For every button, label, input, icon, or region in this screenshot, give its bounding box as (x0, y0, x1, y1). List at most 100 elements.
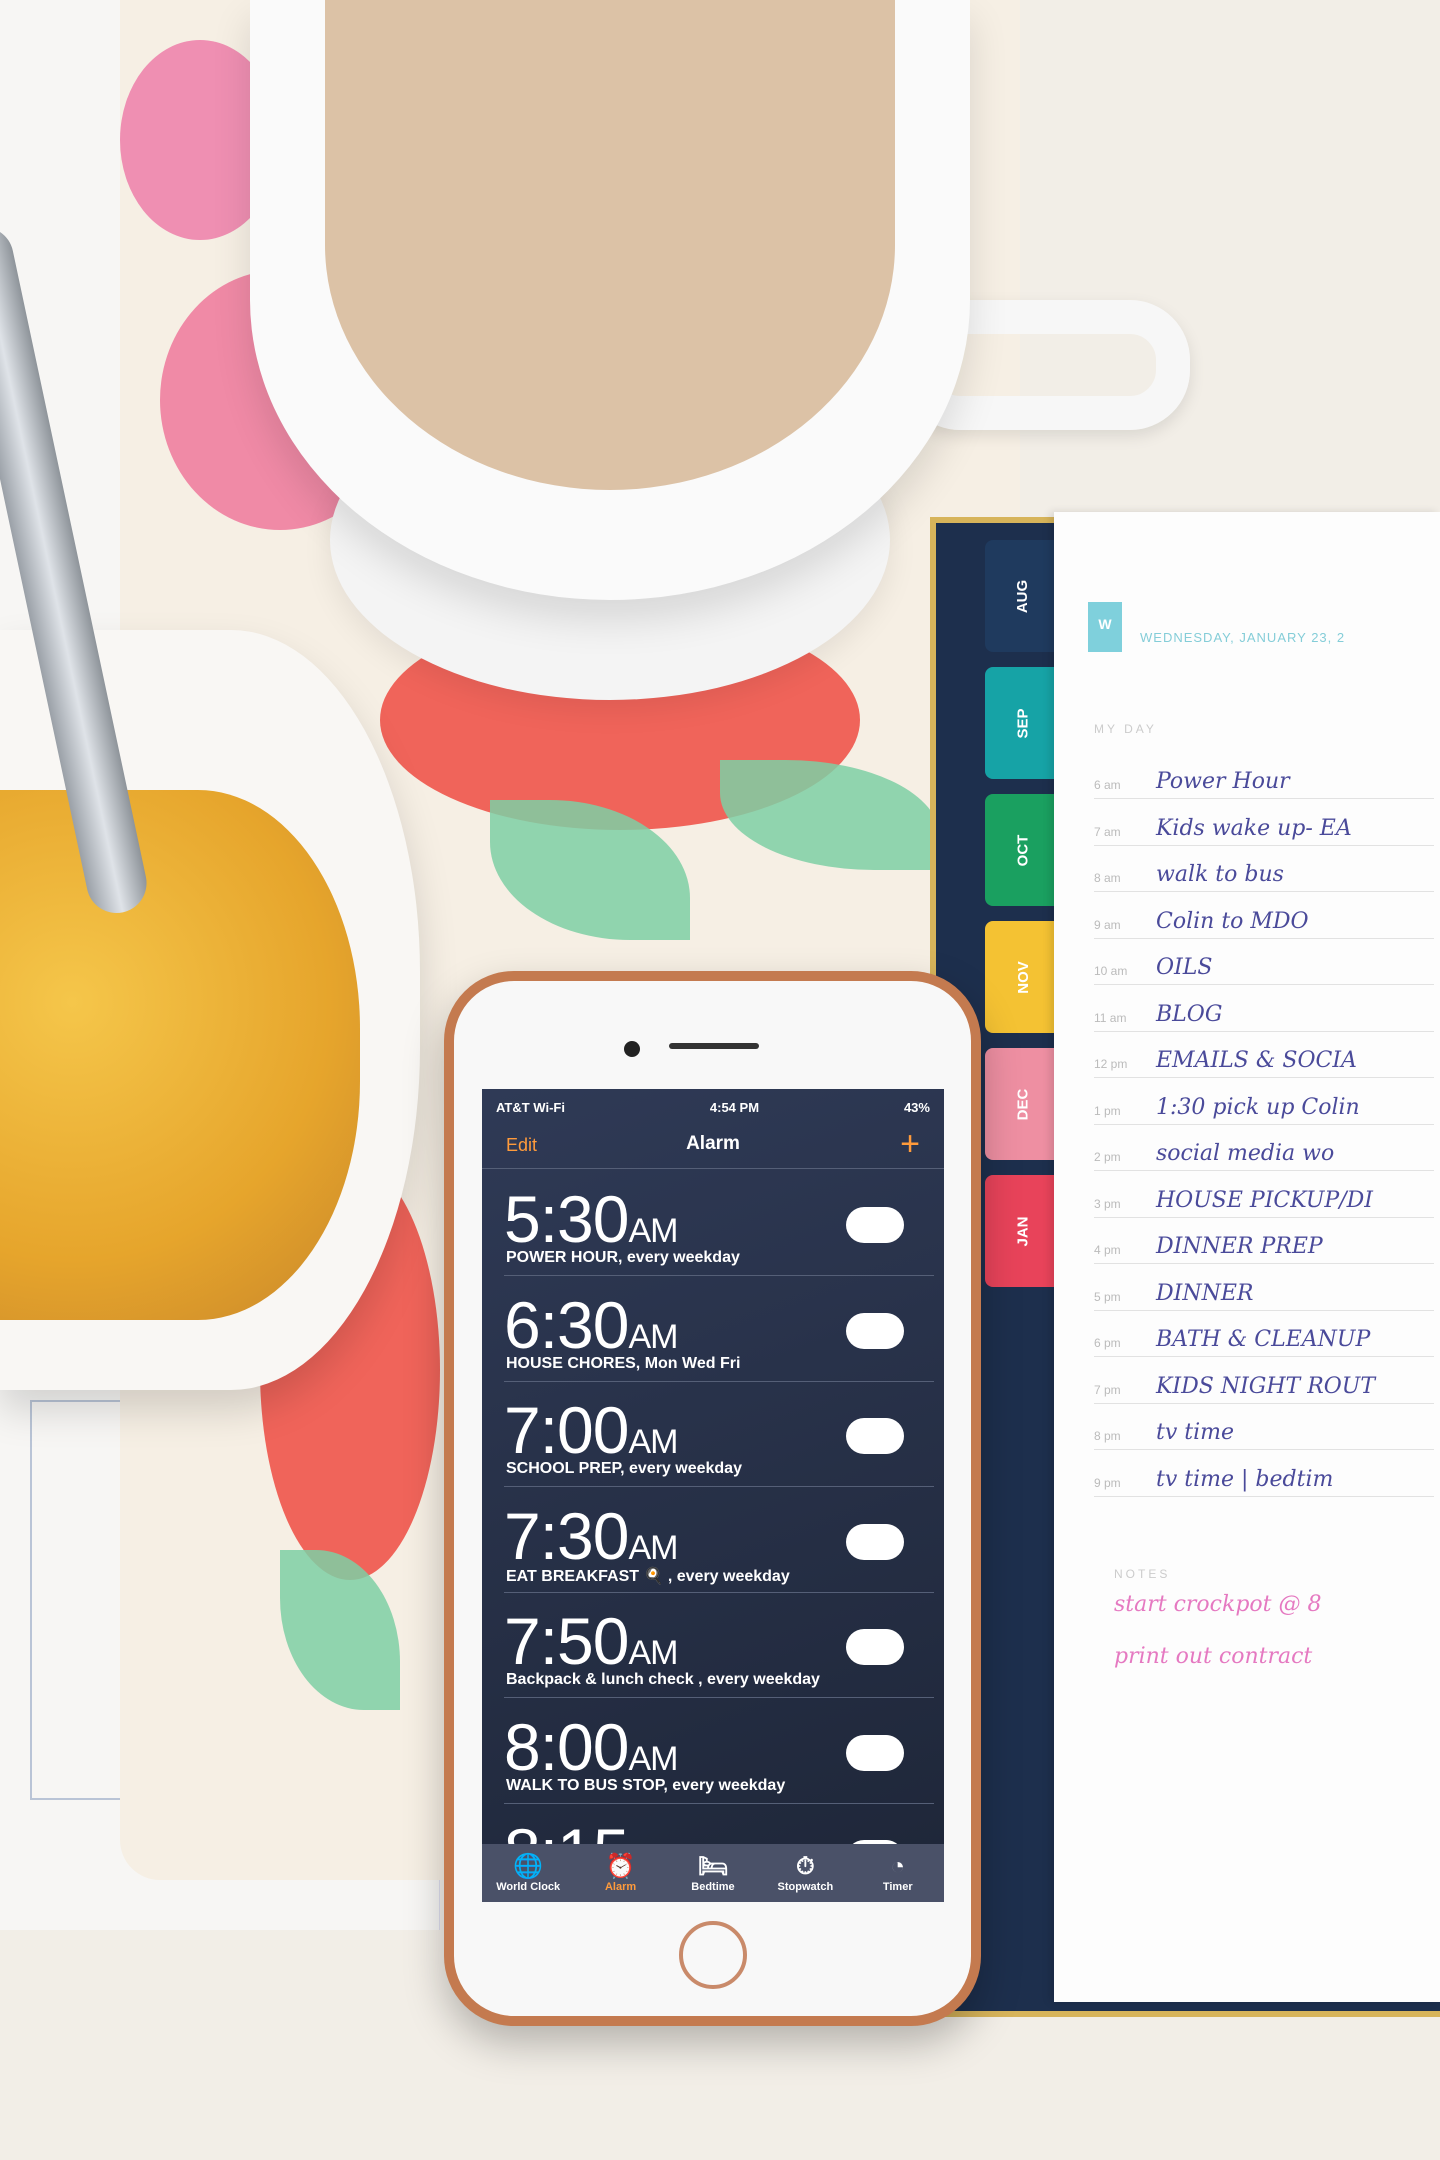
alarm-row[interactable]: 7:30AM EAT BREAKFAST 🍳 , every weekday (504, 1488, 934, 1593)
alarm-toggle[interactable] (846, 1207, 904, 1243)
status-bar: AT&T Wi-Fi 4:54 PM 43% (482, 1089, 944, 1125)
timer-icon: ◔ (890, 1853, 906, 1880)
hour-label: 9 pm (1094, 1475, 1121, 1490)
hour-label: 12 pm (1094, 1057, 1128, 1071)
schedule-row: 3 pm HOUSE PICKUP/DI (1094, 1171, 1434, 1218)
schedule-row: 5 pm DINNER (1094, 1264, 1434, 1311)
battery: 43% (903, 1099, 930, 1115)
schedule-entry: OILS (1156, 955, 1213, 980)
schedule-entry: DINNER PREP (1156, 1234, 1323, 1259)
add-alarm-button[interactable]: + (900, 1125, 920, 1164)
tab-label: JAN (1014, 1215, 1032, 1247)
schedule-entry: BLOG (1156, 1001, 1223, 1027)
coffee (325, 0, 895, 490)
alarm-label: POWER HOUR, every weekday (506, 1249, 740, 1266)
schedule-entry: EMAILS & SOCIA (1156, 1048, 1357, 1073)
alarm-toggle[interactable] (846, 1523, 904, 1560)
schedule-row: 10 am OILS (1094, 938, 1434, 985)
alarm-hour: 7:30 (504, 1498, 629, 1573)
tab-alarm[interactable]: ⏰ Alarm (581, 1853, 661, 1893)
schedule-entry: tv time (1156, 1420, 1235, 1445)
schedule-row: 9 am Colin to MDO (1094, 892, 1434, 939)
schedule-row: 6 am Power Hour (1094, 752, 1434, 799)
alarm-toggle[interactable] (846, 1312, 904, 1349)
tab-timer[interactable]: ◔ Timer (858, 1853, 938, 1893)
alarm-row[interactable]: 5:30AM POWER HOUR, every weekday (504, 1171, 934, 1276)
schedule-row: 12 pm EMAILS & SOCIA (1094, 1031, 1434, 1078)
alarm-label: EAT BREAKFAST 🍳 , every weekday (506, 1567, 790, 1585)
hour-label: 11 am (1094, 1010, 1127, 1025)
alarm-hour: 8:00 (504, 1709, 629, 1784)
schedule-entry: 1:30 pick up Colin (1156, 1094, 1360, 1120)
nav-title: Alarm (686, 1133, 740, 1154)
schedule-row: 8 am walk to bus (1094, 845, 1434, 892)
schedule-entry: Power Hour (1156, 769, 1290, 794)
tab-label: NOV (1014, 960, 1032, 994)
tab-nov[interactable]: NOV (985, 921, 1061, 1033)
alarm-label: WALK TO BUS STOP, every weekday (506, 1776, 786, 1794)
alarm-toggle[interactable] (846, 1734, 904, 1771)
front-camera (624, 1041, 640, 1057)
globe-icon: 🌐 (513, 1853, 544, 1880)
tab-sep[interactable]: SEP (985, 667, 1061, 779)
alarm-ampm: AM (628, 1528, 678, 1567)
schedule-row: 1 pm 1:30 pick up Colin (1094, 1078, 1434, 1125)
tab-dec[interactable]: DEC (985, 1048, 1061, 1160)
tab-stopwatch[interactable]: ⏱ Stopwatch (765, 1853, 845, 1893)
carrier: AT&T Wi-Fi (496, 1099, 565, 1115)
hour-label: 4 pm (1094, 1243, 1121, 1257)
tab-aug[interactable]: AUG (985, 540, 1061, 652)
bed-icon: 🛏 (697, 1853, 729, 1880)
schedule-row: 4 pm DINNER PREP (1094, 1217, 1434, 1264)
alarm-toggle[interactable] (846, 1629, 904, 1665)
planner-page: W WEDNESDAY, JANUARY 23, 2 MY DAY 6 am Po… (1054, 512, 1440, 2002)
hour-label: 8 pm (1094, 1429, 1121, 1443)
tab-jan[interactable]: JAN (985, 1175, 1061, 1287)
tab-label: DEC (1014, 1088, 1032, 1120)
alarm-label: Backpack & lunch check , every weekday (506, 1671, 820, 1688)
hour-label: 9 am (1094, 917, 1121, 932)
hour-label: 3 pm (1094, 1196, 1121, 1211)
schedule-entry: BATH & CLEANUP (1156, 1327, 1371, 1352)
schedule-entry: DINNER (1156, 1280, 1254, 1306)
tab-label: Alarm (604, 1881, 637, 1893)
hour-label: 2 pm (1094, 1150, 1121, 1164)
tab-label: World Clock (496, 1881, 561, 1893)
schedule-row: 8 pm tv time (1094, 1403, 1434, 1450)
nav-bar: Edit Alarm + (482, 1125, 944, 1169)
tab-oct[interactable]: OCT (985, 794, 1061, 906)
tab-label: OCT (1014, 834, 1032, 866)
alarm-time: 7:50AM (504, 1603, 678, 1679)
note: print out contract (1114, 1644, 1313, 1669)
alarm-row[interactable]: 8:00AM WALK TO BUS STOP, every weekday (504, 1699, 934, 1804)
alarm-row[interactable]: 6:30AM HOUSE CHORES, Mon Wed Fri (504, 1277, 934, 1382)
alarm-row[interactable]: 7:00AM SCHOOL PREP, every weekday (504, 1382, 934, 1487)
alarm-toggle[interactable] (846, 1418, 904, 1454)
home-button[interactable] (679, 1921, 747, 1989)
note: start crockpot @ 8 (1114, 1592, 1322, 1617)
alarm-clock-icon: ⏰ (605, 1853, 636, 1880)
scrambled-eggs (0, 790, 360, 1320)
tab-bedtime[interactable]: 🛏 Bedtime (673, 1853, 753, 1893)
tab-world-clock[interactable]: 🌐 World Clock (488, 1853, 568, 1893)
hour-label: 7 pm (1094, 1382, 1121, 1397)
alarm-row[interactable]: 7:50AM Backpack & lunch check , every wee… (504, 1593, 934, 1698)
alarm-time: 7:00AM (504, 1392, 678, 1468)
alarm-time: 7:30AM (504, 1498, 678, 1574)
schedule-row: 2 pm social media wo (1094, 1124, 1434, 1171)
notes-label: NOTES (1114, 1567, 1171, 1581)
schedule-entry: Colin to MDO (1156, 908, 1309, 934)
alarm-ampm: AM (628, 1423, 678, 1461)
tab-bar: 🌐 World Clock ⏰ Alarm 🛏 Bedtime ⏱ Stopwatch ◔ Tim… (482, 1844, 944, 1902)
alarm-screen: AT&T Wi-Fi 4:54 PM 43% Edit Alarm + 5:30… (482, 1089, 944, 1902)
schedule-row: 11 am BLOG (1094, 985, 1434, 1032)
alarm-time: 5:30AM (504, 1181, 678, 1257)
alarm-hour: 7:50 (504, 1604, 629, 1678)
schedule-row: 7 pm KIDS NIGHT ROUT (1094, 1357, 1434, 1404)
tab-label: Timer (882, 1881, 913, 1893)
schedule-entry: walk to bus (1156, 862, 1284, 887)
tab-label: Bedtime (691, 1881, 735, 1893)
my-day-label: MY DAY (1094, 722, 1157, 736)
schedule-entry: Kids wake up- EA (1156, 815, 1352, 841)
alarm-time: 6:30AM (504, 1287, 678, 1363)
